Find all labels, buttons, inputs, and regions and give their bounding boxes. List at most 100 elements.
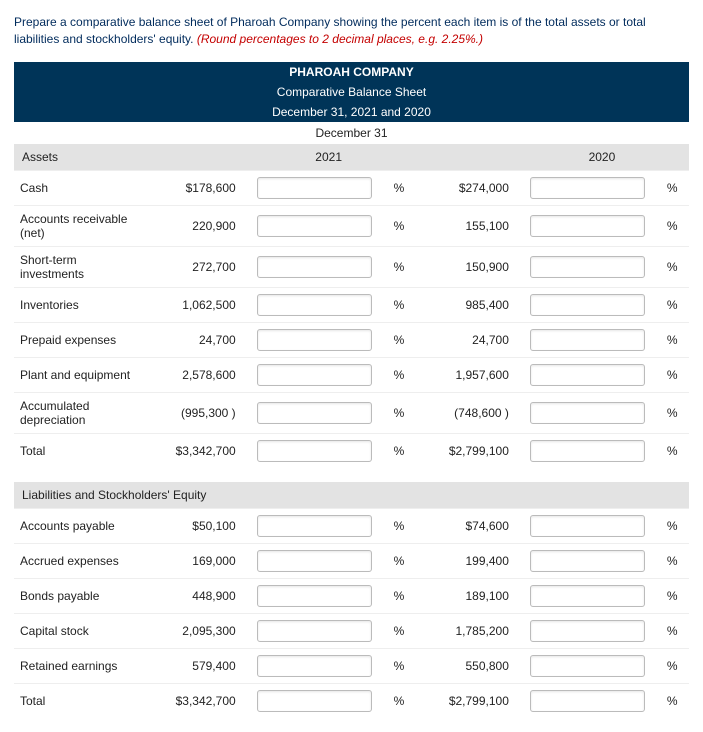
row-label: Inventories: [14, 287, 142, 322]
amount-2020: $74,600: [416, 508, 515, 543]
row-label: Accounts receivable (net): [14, 205, 142, 246]
pct-input-2021-sti[interactable]: [257, 256, 372, 278]
pct-symbol: %: [388, 508, 416, 543]
amount-2021: (995,300 ): [142, 392, 241, 433]
pct-symbol: %: [661, 508, 689, 543]
year-2021: 2021: [242, 144, 416, 171]
pct-input-2021-ar[interactable]: [257, 215, 372, 237]
amount-2020: 24,700: [416, 322, 515, 357]
amount-2020: 1,785,200: [416, 613, 515, 648]
amount-2020: $2,799,100: [416, 433, 515, 468]
pct-symbol: %: [661, 392, 689, 433]
header-dates: December 31, 2021 and 2020: [14, 102, 689, 122]
pct-input-2021-atot[interactable]: [257, 440, 372, 462]
pct-input-2020-inv[interactable]: [530, 294, 645, 316]
pct-symbol: %: [388, 357, 416, 392]
instructions: Prepare a comparative balance sheet of P…: [14, 14, 689, 48]
pct-symbol: %: [661, 683, 689, 718]
header-company: PHAROAH COMPANY: [14, 62, 689, 82]
pct-input-2020-ppd[interactable]: [530, 329, 645, 351]
section-liabilities-title: Liabilities and Stockholders' Equity: [14, 482, 689, 509]
amount-2020: 985,400: [416, 287, 515, 322]
amount-2020: (748,600 ): [416, 392, 515, 433]
table-row: Accounts payable $50,100 % $74,600 %: [14, 508, 689, 543]
amount-2021: 272,700: [142, 246, 241, 287]
balance-sheet-table: PHAROAH COMPANY Comparative Balance Shee…: [14, 62, 689, 718]
pct-symbol: %: [661, 578, 689, 613]
amount-2020: $2,799,100: [416, 683, 515, 718]
year-2020: 2020: [515, 144, 689, 171]
header-title: Comparative Balance Sheet: [14, 82, 689, 102]
pct-symbol: %: [661, 613, 689, 648]
table-row: Total $3,342,700 % $2,799,100 %: [14, 683, 689, 718]
amount-2020: 199,400: [416, 543, 515, 578]
pct-symbol: %: [661, 433, 689, 468]
pct-symbol: %: [661, 246, 689, 287]
row-label: Plant and equipment: [14, 357, 142, 392]
pct-input-2020-ltot[interactable]: [530, 690, 645, 712]
pct-input-2021-ppd[interactable]: [257, 329, 372, 351]
amount-2021: 2,578,600: [142, 357, 241, 392]
amount-2021: 579,400: [142, 648, 241, 683]
pct-input-2020-bp[interactable]: [530, 585, 645, 607]
pct-symbol: %: [388, 170, 416, 205]
section-assets-title: Assets: [14, 144, 242, 171]
pct-input-2021-inv[interactable]: [257, 294, 372, 316]
pct-input-2020-re[interactable]: [530, 655, 645, 677]
amount-2021: 448,900: [142, 578, 241, 613]
table-row: Cash $178,600 % $274,000 %: [14, 170, 689, 205]
pct-input-2020-cs[interactable]: [530, 620, 645, 642]
row-label: Accrued expenses: [14, 543, 142, 578]
amount-2021: 2,095,300: [142, 613, 241, 648]
pct-input-2021-ltot[interactable]: [257, 690, 372, 712]
pct-input-2021-pe[interactable]: [257, 364, 372, 386]
header-period: December 31: [14, 122, 689, 144]
pct-symbol: %: [388, 613, 416, 648]
pct-symbol: %: [388, 543, 416, 578]
pct-input-2020-ad[interactable]: [530, 402, 645, 424]
pct-input-2020-sti[interactable]: [530, 256, 645, 278]
table-row: Plant and equipment 2,578,600 % 1,957,60…: [14, 357, 689, 392]
row-label: Accumulated depreciation: [14, 392, 142, 433]
pct-input-2020-ae[interactable]: [530, 550, 645, 572]
pct-input-2020-ap[interactable]: [530, 515, 645, 537]
pct-symbol: %: [388, 578, 416, 613]
pct-input-2020-atot[interactable]: [530, 440, 645, 462]
row-label: Retained earnings: [14, 648, 142, 683]
row-label: Cash: [14, 170, 142, 205]
amount-2021: $178,600: [142, 170, 241, 205]
table-row: Prepaid expenses 24,700 % 24,700 %: [14, 322, 689, 357]
amount-2020: 155,100: [416, 205, 515, 246]
amount-2020: 189,100: [416, 578, 515, 613]
pct-input-2021-re[interactable]: [257, 655, 372, 677]
table-row: Accounts receivable (net) 220,900 % 155,…: [14, 205, 689, 246]
amount-2021: 169,000: [142, 543, 241, 578]
pct-symbol: %: [661, 357, 689, 392]
table-row: Inventories 1,062,500 % 985,400 %: [14, 287, 689, 322]
pct-input-2020-cash[interactable]: [530, 177, 645, 199]
pct-symbol: %: [661, 322, 689, 357]
pct-input-2020-pe[interactable]: [530, 364, 645, 386]
row-label-total: Total: [14, 433, 142, 468]
table-row: Bonds payable 448,900 % 189,100 %: [14, 578, 689, 613]
pct-input-2021-cash[interactable]: [257, 177, 372, 199]
pct-symbol: %: [388, 648, 416, 683]
amount-2021: $50,100: [142, 508, 241, 543]
pct-input-2021-ae[interactable]: [257, 550, 372, 572]
amount-2020: 1,957,600: [416, 357, 515, 392]
table-row: Retained earnings 579,400 % 550,800 %: [14, 648, 689, 683]
pct-input-2021-ap[interactable]: [257, 515, 372, 537]
pct-symbol: %: [388, 392, 416, 433]
pct-input-2021-ad[interactable]: [257, 402, 372, 424]
pct-symbol: %: [388, 205, 416, 246]
pct-input-2021-cs[interactable]: [257, 620, 372, 642]
pct-symbol: %: [388, 322, 416, 357]
table-row: Accumulated depreciation (995,300 ) % (7…: [14, 392, 689, 433]
pct-input-2020-ar[interactable]: [530, 215, 645, 237]
amount-2020: 550,800: [416, 648, 515, 683]
pct-input-2021-bp[interactable]: [257, 585, 372, 607]
amount-2021: $3,342,700: [142, 433, 241, 468]
row-label-total: Total: [14, 683, 142, 718]
amount-2021: 1,062,500: [142, 287, 241, 322]
table-row: Accrued expenses 169,000 % 199,400 %: [14, 543, 689, 578]
